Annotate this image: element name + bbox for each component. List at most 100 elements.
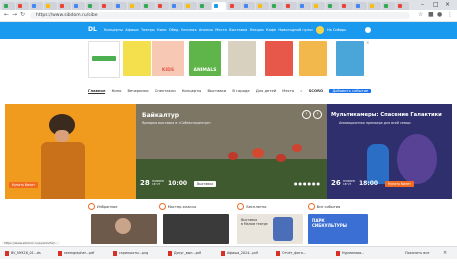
browser-tab[interactable] [354, 2, 367, 10]
download-item[interactable]: seamgrapher...pdf [58, 249, 94, 257]
browser-tab-active[interactable] [212, 2, 226, 10]
browser-tab[interactable] [312, 2, 325, 10]
event-card[interactable]: Выставка в Малом театре [237, 214, 303, 244]
browser-tab[interactable] [340, 2, 353, 10]
close-ad-icon[interactable]: ✕ [366, 40, 369, 45]
browser-tab[interactable] [114, 2, 127, 10]
browser-tab[interactable] [256, 2, 269, 10]
browser-tab[interactable] [242, 2, 255, 10]
close-icon[interactable]: × [443, 249, 447, 257]
download-item[interactable]: Отчёт_фото... [276, 249, 306, 257]
promo-logo-card[interactable] [88, 41, 120, 78]
filter-workshops[interactable]: Мастер-классы [158, 203, 196, 210]
browser-tab[interactable] [184, 2, 197, 10]
tab-concerts[interactable]: Концерты [182, 89, 201, 93]
promo-book[interactable] [123, 41, 151, 76]
add-event-button[interactable]: Добавить событие [329, 89, 372, 93]
extension-icon[interactable]: ■ [428, 11, 434, 18]
browser-tab[interactable] [156, 2, 169, 10]
carousel-dots[interactable]: ●●●●●● [294, 181, 321, 186]
browser-tab[interactable] [2, 2, 15, 10]
tab-city[interactable]: В городе [232, 89, 249, 93]
nav-item[interactable]: Концерты [104, 28, 123, 32]
menu-icon[interactable]: ⋮ [447, 11, 453, 18]
nav-item[interactable]: Лекции [250, 28, 264, 32]
event-card[interactable]: ПАРК СИБКУЛЬТУРЫ [308, 214, 368, 244]
event-card[interactable] [91, 214, 157, 244]
browser-tab[interactable] [58, 2, 71, 10]
browser-tab[interactable] [86, 2, 99, 10]
site-logo[interactable]: DL [88, 26, 97, 33]
browser-tab[interactable] [30, 2, 43, 10]
promo-book[interactable] [228, 41, 256, 76]
hero-slide-main[interactable]: Байкалтур Ярмарка выставка в «Сибэкспоце… [136, 104, 327, 199]
reload-icon[interactable]: ↻ [20, 11, 25, 18]
maximize-button[interactable]: □ [433, 1, 439, 8]
nav-item[interactable]: Кино [157, 28, 166, 32]
event-card[interactable] [163, 214, 229, 244]
filter-free[interactable]: Бесплатно [237, 203, 267, 210]
address-bar[interactable]: https://www.sibdom.ru/sibe [30, 12, 410, 19]
buy-ticket-button[interactable]: Купить билет [385, 181, 414, 187]
forward-icon[interactable]: → [12, 11, 17, 18]
chevron-right-icon[interactable]: › [313, 110, 322, 119]
search-icon[interactable]: ⌕ [300, 89, 302, 93]
scoro-link[interactable]: SCORO [309, 89, 323, 93]
nav-item[interactable]: Уличная [181, 28, 197, 32]
browser-tab[interactable] [228, 2, 241, 10]
promo-book[interactable] [265, 41, 293, 76]
nav-item[interactable]: Анонсы [199, 28, 213, 32]
filter-favorites[interactable]: Избранное [88, 203, 117, 210]
browser-tab[interactable] [298, 2, 311, 10]
hero-slide-left[interactable]: Купить билет [5, 104, 136, 199]
tab-cinema[interactable]: Кино [112, 89, 122, 93]
minimize-button[interactable]: – [421, 1, 424, 8]
browser-tab[interactable] [198, 2, 211, 10]
user-text[interactable]: На Сибирь [327, 28, 346, 32]
browser-tab[interactable] [396, 2, 409, 10]
browser-tab[interactable] [142, 2, 155, 10]
nav-item[interactable]: Обед [169, 28, 179, 32]
browser-tab[interactable] [382, 2, 395, 10]
avatar[interactable] [316, 26, 324, 34]
browser-tab[interactable] [128, 2, 141, 10]
tab-places[interactable]: Места [282, 89, 294, 93]
browser-tab[interactable] [170, 2, 183, 10]
browser-tab[interactable] [326, 2, 339, 10]
star-icon[interactable]: ☆ [418, 11, 423, 18]
nav-item[interactable]: Новогодний пульс [278, 28, 313, 32]
tab-exhibitions[interactable]: Выставки [207, 89, 226, 93]
buy-ticket-button[interactable]: Купить билет [9, 182, 38, 188]
download-item[interactable]: BV_NYK18_01...ds [5, 249, 41, 257]
nav-item[interactable]: Театры [141, 28, 155, 32]
download-item[interactable]: скриншоты...png [113, 249, 148, 257]
download-item[interactable]: Нурманова... [336, 249, 364, 257]
browser-tab[interactable] [72, 2, 85, 10]
download-item[interactable]: Афиша_2024...pdf [221, 249, 258, 257]
category-badge[interactable]: Выставка [194, 181, 217, 187]
nav-item[interactable]: Афиша [125, 28, 138, 32]
browser-tab[interactable] [368, 2, 381, 10]
download-item[interactable]: Досуг_вып...pdf [168, 249, 201, 257]
browser-tab[interactable] [270, 2, 283, 10]
promo-book[interactable]: ANIMALS [189, 41, 221, 76]
close-window-button[interactable]: × [445, 1, 450, 8]
show-all-downloads-button[interactable]: Показать все [405, 249, 429, 257]
tab-kids[interactable]: Для детей [256, 89, 276, 93]
browser-tab[interactable] [16, 2, 29, 10]
tab-parties[interactable]: Вечеринки [128, 89, 149, 93]
back-icon[interactable]: ← [4, 11, 9, 18]
browser-tab[interactable] [100, 2, 113, 10]
promo-book[interactable] [299, 41, 327, 76]
nav-item[interactable]: Места [215, 28, 227, 32]
hero-slide-right[interactable]: Мультикамеры: Спасение Галактики Анимаци… [327, 104, 452, 199]
filter-all[interactable]: Все события [307, 203, 340, 210]
browser-tab[interactable] [44, 2, 57, 10]
promo-book[interactable]: KIDS [152, 41, 184, 76]
nav-item[interactable]: Кафе [266, 28, 276, 32]
settings-icon[interactable] [365, 27, 371, 33]
chevron-left-icon[interactable]: ‹ [302, 110, 311, 119]
browser-tab[interactable] [284, 2, 297, 10]
tab-plays[interactable]: Спектакли [155, 89, 176, 93]
promo-book[interactable] [336, 41, 364, 76]
